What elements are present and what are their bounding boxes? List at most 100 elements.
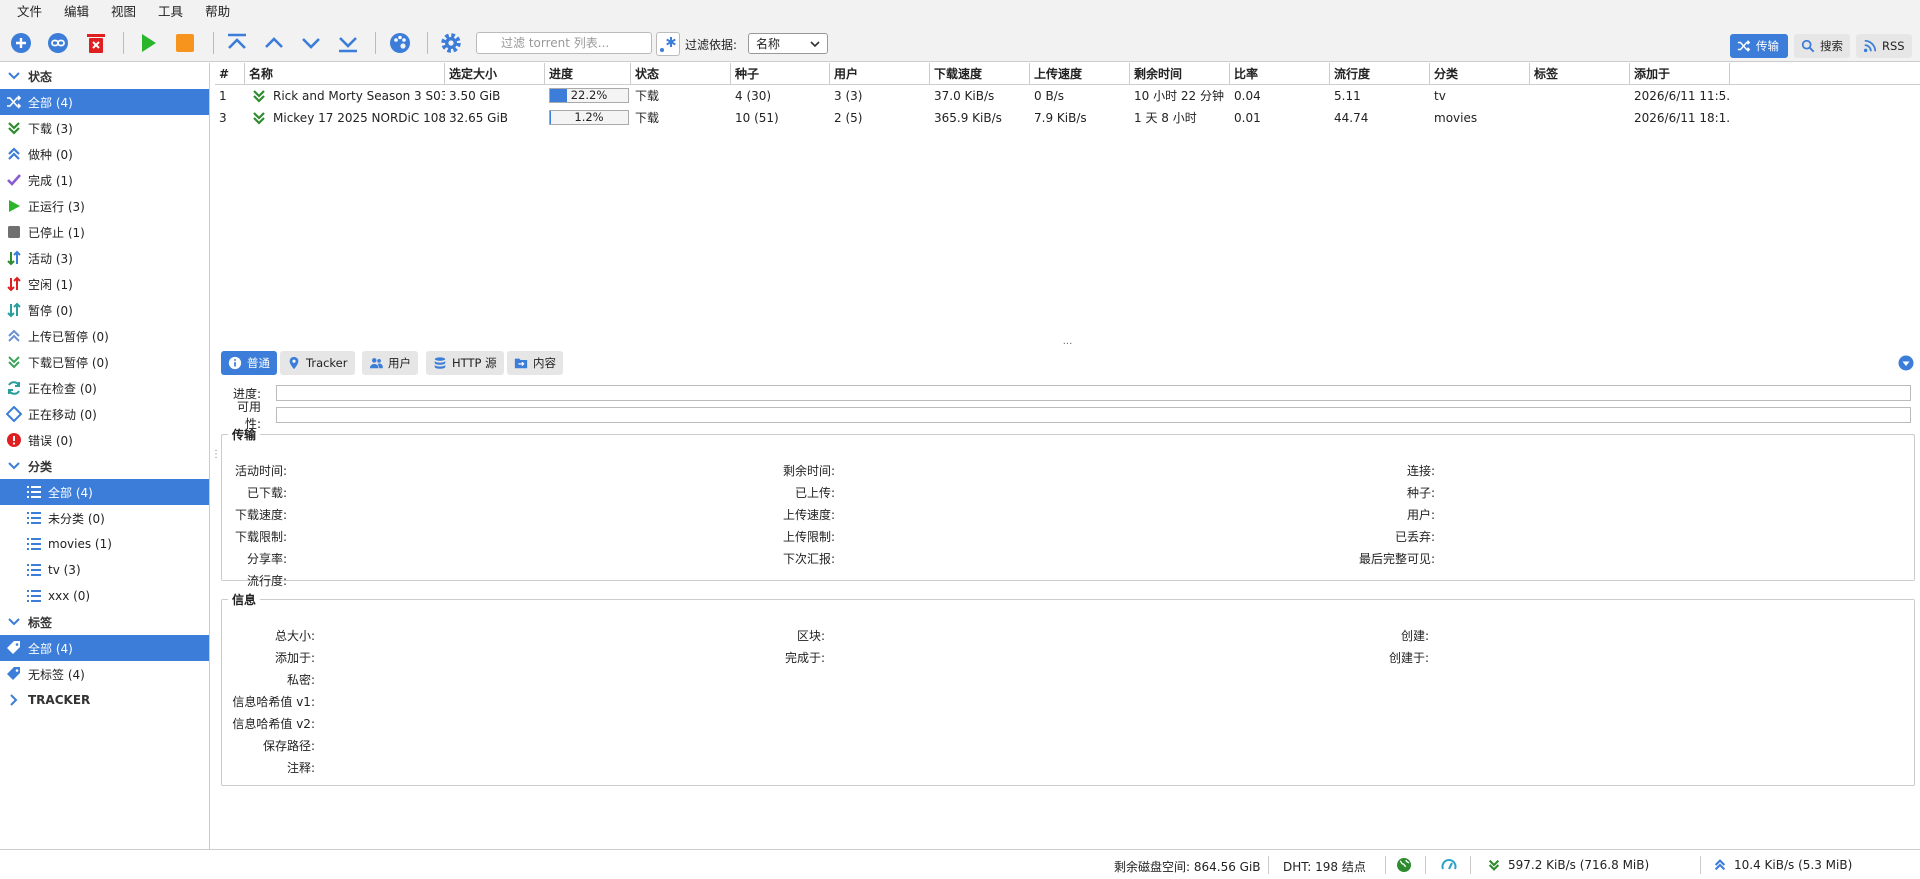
col-size[interactable]: 选定大小	[445, 63, 545, 84]
sidebar-status-paused[interactable]: 暂停 (0)	[0, 297, 209, 323]
table-row[interactable]: 3 Mickey 17 2025 NORDiC 108... 32.65 GiB…	[215, 107, 1920, 129]
tab-peers[interactable]: 用户	[362, 351, 418, 375]
tag-section-header[interactable]: 标签	[0, 609, 209, 635]
view-rss-button[interactable]: RSS	[1856, 34, 1912, 58]
sidebar-status-active[interactable]: 活动 (3)	[0, 245, 209, 271]
view-transfers-label: 传输	[1756, 39, 1779, 53]
view-search-button[interactable]: 搜索	[1794, 34, 1850, 58]
category-section-header[interactable]: 分类	[0, 453, 209, 479]
menu-help[interactable]: 帮助	[194, 0, 241, 24]
upload-chevron-icon	[1714, 859, 1726, 871]
menu-tools[interactable]: 工具	[147, 0, 194, 24]
sidebar-status-stopped[interactable]: 已停止 (1)	[0, 219, 209, 245]
sidebar-tag-untagged[interactable]: 无标签 (4)	[0, 661, 209, 687]
sidebar-status-download-paused[interactable]: 下载已暂停 (0)	[0, 349, 209, 375]
col-eta[interactable]: 剩余时间	[1130, 63, 1230, 84]
col-dl-speed[interactable]: 下载速度	[930, 63, 1030, 84]
move-down-button[interactable]	[299, 31, 323, 55]
menu-file[interactable]: 文件	[6, 0, 53, 24]
tab-content[interactable]: 内容	[507, 351, 563, 375]
sidebar-status-running[interactable]: 正运行 (3)	[0, 193, 209, 219]
col-num[interactable]: #	[215, 63, 245, 84]
theme-button[interactable]	[388, 31, 412, 55]
tab-general[interactable]: 普通	[221, 351, 277, 375]
chevron-down-icon	[8, 462, 20, 470]
move-up-button[interactable]	[262, 31, 286, 55]
move-bottom-button[interactable]	[336, 31, 360, 55]
view-transfers-button[interactable]: 传输	[1730, 34, 1788, 58]
sidebar-status-errored[interactable]: 错误 (0)	[0, 427, 209, 453]
tab-http-sources[interactable]: HTTP 源	[426, 351, 504, 375]
move-top-button[interactable]	[225, 31, 249, 55]
regex-toggle-button[interactable]	[656, 32, 680, 56]
col-added[interactable]: 添加于	[1630, 63, 1730, 84]
col-progress[interactable]: 进度	[545, 63, 631, 84]
checking-icon	[8, 381, 20, 395]
col-ratio[interactable]: 比率	[1230, 63, 1330, 84]
list-icon	[27, 538, 41, 550]
sidebar-category-all[interactable]: 全部 (4)	[0, 479, 209, 505]
menu-view[interactable]: 视图	[100, 0, 147, 24]
sidebar-category-uncategorized[interactable]: 未分类 (0)	[0, 505, 209, 531]
stop-icon	[8, 226, 20, 238]
stop-icon	[176, 34, 194, 52]
view-rss-label: RSS	[1882, 39, 1905, 53]
top-priority-icon	[228, 33, 246, 49]
sidebar-status-upload-paused[interactable]: 上传已暂停 (0)	[0, 323, 209, 349]
collapse-panel-button[interactable]	[1898, 355, 1914, 371]
panel-splitter[interactable]: ···	[215, 340, 1920, 351]
info-section: 信息	[221, 591, 1915, 786]
col-ul-speed[interactable]: 上传速度	[1030, 63, 1130, 84]
sidebar-status-downloading[interactable]: 下载 (3)	[0, 115, 209, 141]
tab-tracker[interactable]: Tracker	[280, 351, 355, 375]
shuffle-icon	[1737, 40, 1751, 52]
col-tags[interactable]: 标签	[1530, 63, 1630, 84]
play-icon	[142, 34, 156, 52]
chevron-down-circle-icon	[1898, 355, 1914, 371]
sidebar: 状态 全部 (4) 下载 (3) 做种 (0) 完成 (1) 正运行 (3) 已…	[0, 63, 210, 849]
filter-by-value: 名称	[756, 37, 781, 51]
tracker-section-header[interactable]: TRACKER	[0, 687, 209, 713]
sidebar-status-checking[interactable]: 正在检查 (0)	[0, 375, 209, 401]
delete-button[interactable]	[84, 31, 108, 55]
table-row[interactable]: 1 Rick and Morty Season 3 S03... 3.50 Gi…	[215, 85, 1920, 107]
sidebar-status-all[interactable]: 全部 (4)	[0, 89, 209, 115]
menu-edit[interactable]: 编辑	[53, 0, 100, 24]
col-peers[interactable]: 用户	[830, 63, 930, 84]
active-arrows-icon	[7, 250, 21, 266]
error-icon	[7, 433, 21, 447]
torrent-table: # 名称 选定大小 进度 状态 种子 用户 下载速度 上传速度 剩余时间 比率 …	[215, 63, 1920, 343]
start-button[interactable]	[136, 31, 160, 55]
status-section-header[interactable]: 状态	[0, 63, 209, 89]
info-icon	[228, 356, 242, 370]
progress-bar: 22.2%	[549, 88, 629, 103]
col-status[interactable]: 状态	[631, 63, 731, 84]
list-icon	[27, 564, 41, 576]
stop-button[interactable]	[173, 31, 197, 55]
sidebar-category-tv[interactable]: tv (3)	[0, 557, 209, 583]
sidebar-tag-all[interactable]: 全部 (4)	[0, 635, 209, 661]
sidebar-status-inactive[interactable]: 空闲 (1)	[0, 271, 209, 297]
link-circle-icon	[48, 33, 68, 53]
globe-icon	[1397, 858, 1411, 872]
add-torrent-button[interactable]	[9, 31, 33, 55]
upload-chevron-icon	[8, 147, 20, 160]
sidebar-status-moving[interactable]: 正在移动 (0)	[0, 401, 209, 427]
options-button[interactable]	[439, 31, 463, 55]
sidebar-status-seeding[interactable]: 做种 (0)	[0, 141, 209, 167]
add-circle-icon	[11, 33, 31, 53]
filter-by-select[interactable]: 名称	[748, 33, 828, 54]
col-category[interactable]: 分类	[1430, 63, 1530, 84]
add-link-button[interactable]	[46, 31, 70, 55]
download-paused-icon	[8, 356, 20, 369]
sidebar-category-movies[interactable]: movies (1)	[0, 531, 209, 557]
col-popularity[interactable]: 流行度	[1330, 63, 1430, 84]
col-name[interactable]: 名称	[245, 63, 445, 84]
sidebar-status-completed[interactable]: 完成 (1)	[0, 167, 209, 193]
filter-by-label: 过滤依据:	[685, 38, 738, 52]
filter-torrents-input[interactable]	[476, 32, 652, 54]
speed-limit-icon[interactable]	[1441, 857, 1457, 873]
col-seeds[interactable]: 种子	[731, 63, 830, 84]
sidebar-category-xxx[interactable]: xxx (0)	[0, 583, 209, 609]
chevron-down-icon	[8, 72, 20, 80]
